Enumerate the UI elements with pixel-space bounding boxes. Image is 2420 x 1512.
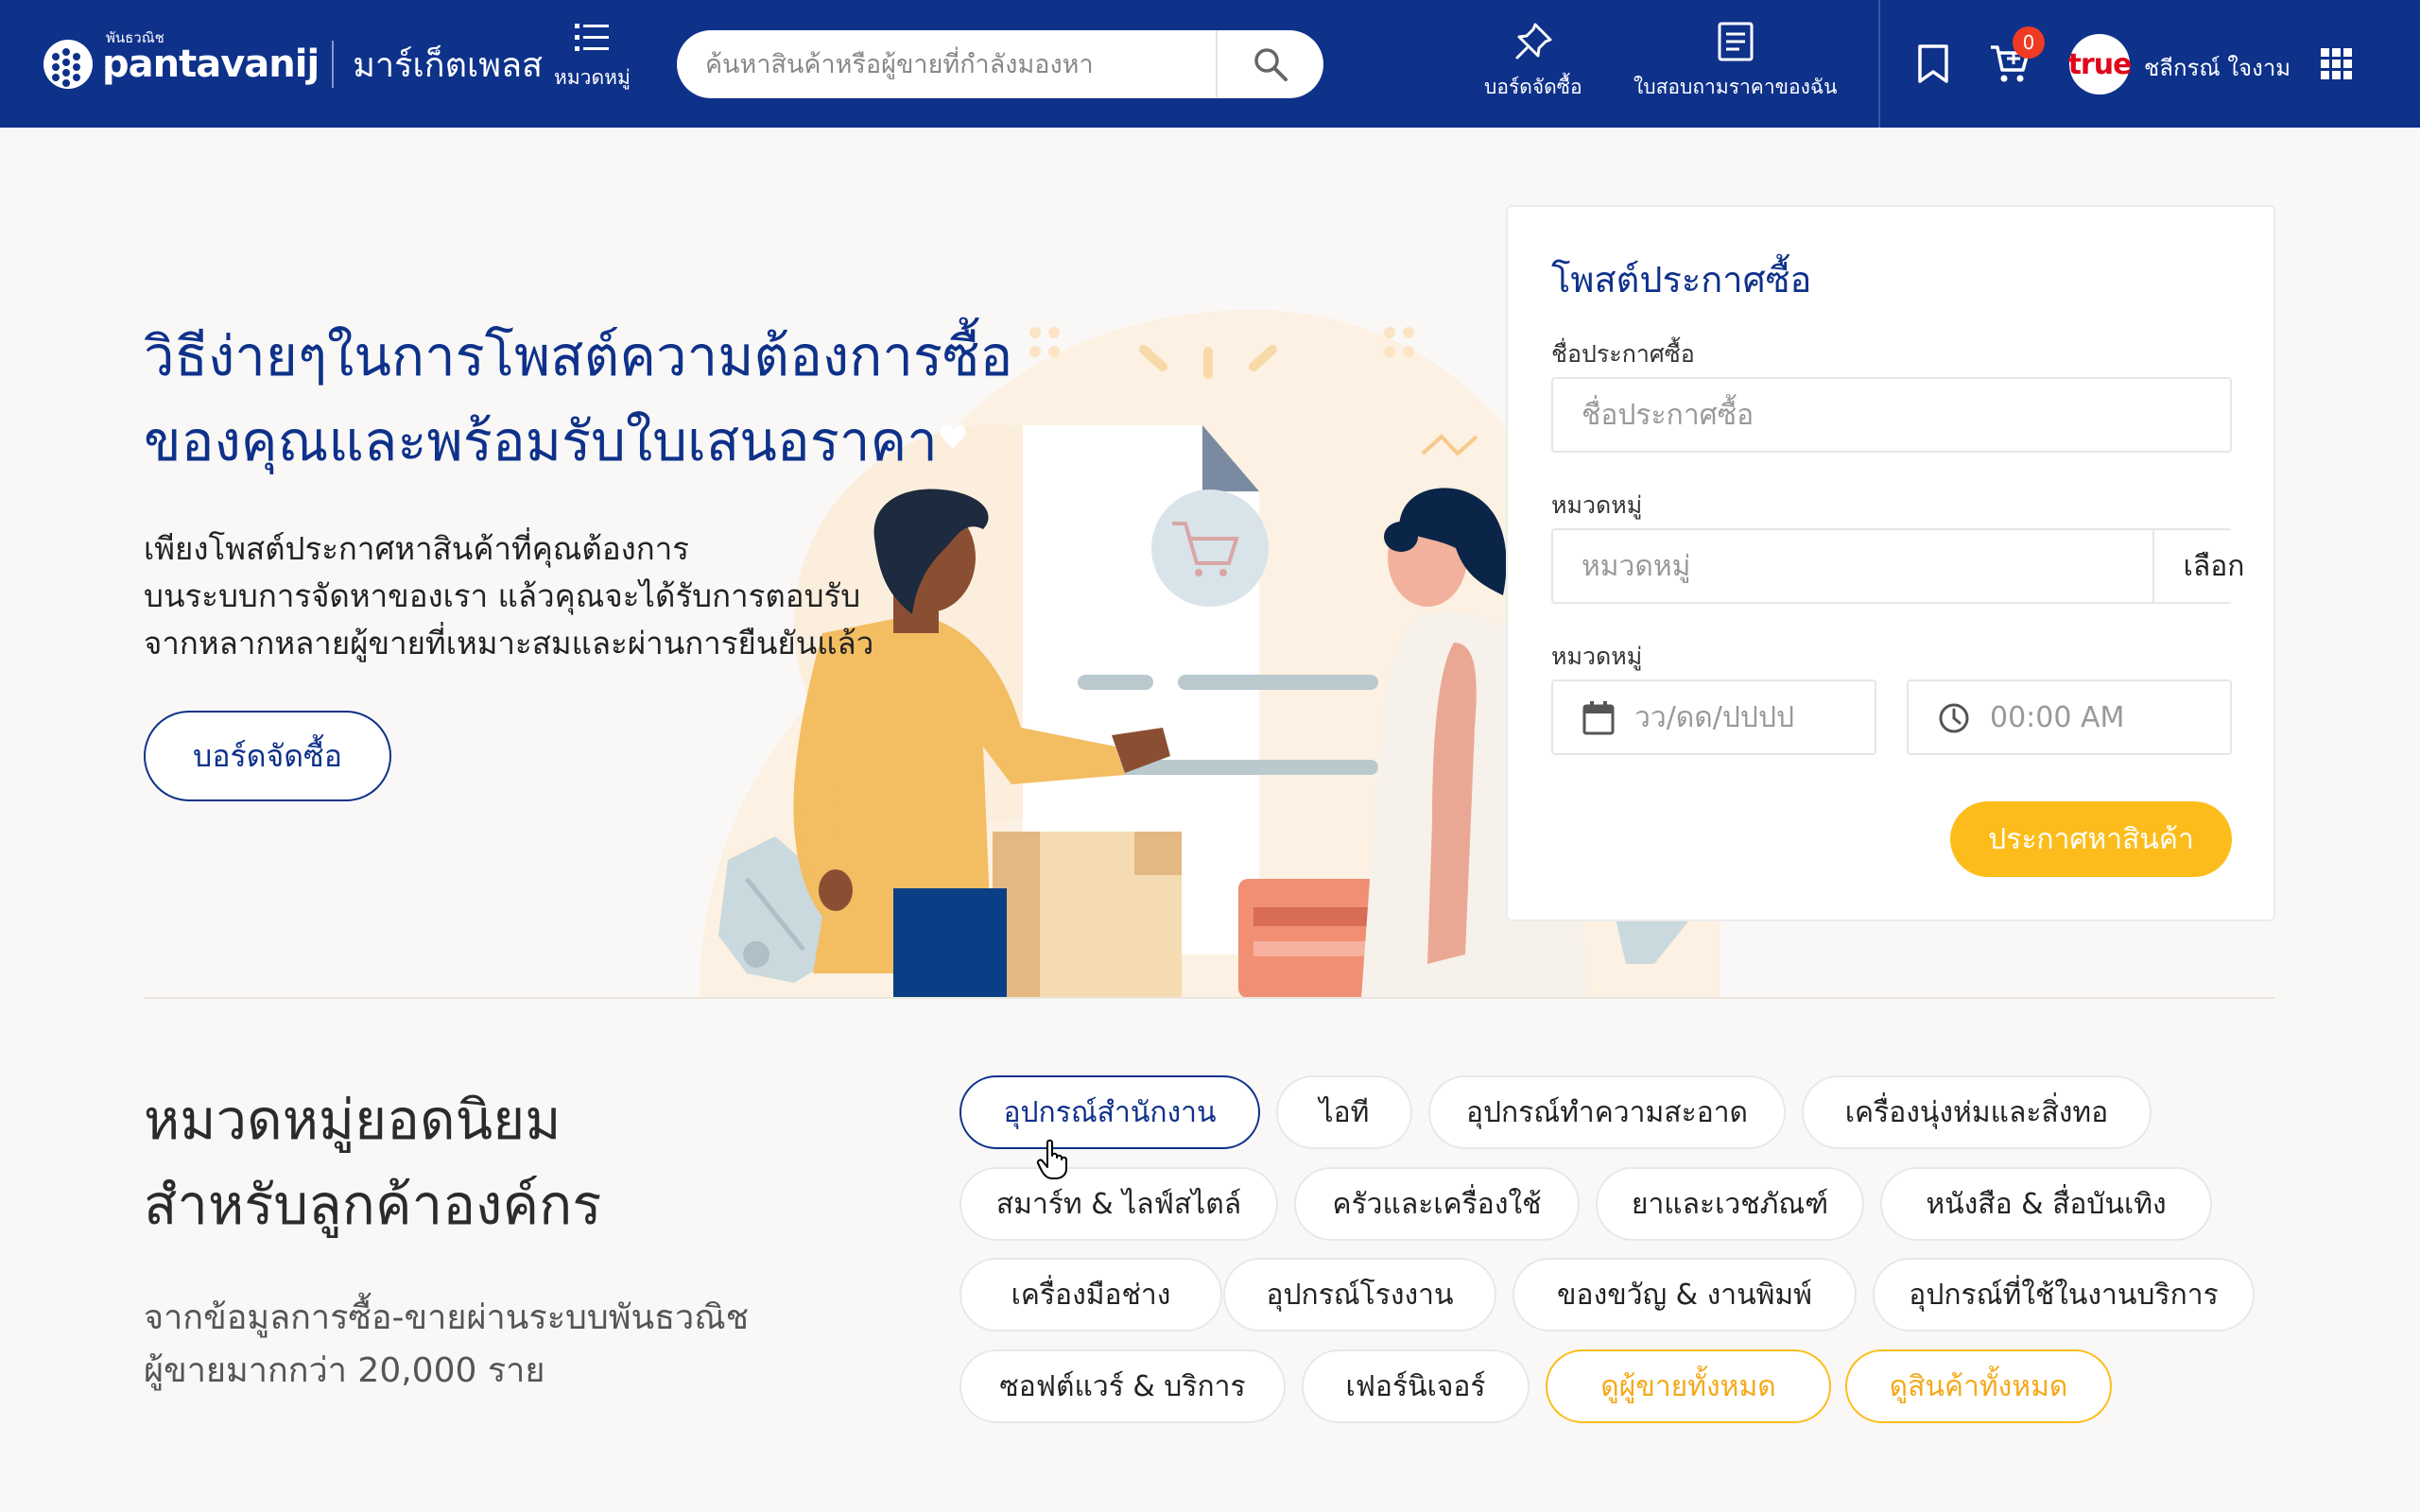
popular-title-line: สำหรับลูกค้าองค์กร xyxy=(144,1173,602,1237)
view-all-products-button[interactable]: ดูสินค้าทั้งหมด xyxy=(1845,1349,2112,1423)
document-icon xyxy=(1718,22,1754,61)
rfq-name-field xyxy=(1551,377,2232,453)
hand-cursor-icon xyxy=(1036,1139,1067,1179)
category-chip-smart-lifestyle[interactable]: สมาร์ท & ไลฟ์สไตล์ xyxy=(959,1167,1278,1241)
categories-label: หมวดหมู่ xyxy=(554,66,631,89)
section-divider xyxy=(144,997,2274,999)
time-field xyxy=(1907,679,2232,755)
clock-icon xyxy=(1937,700,1971,740)
search-button[interactable] xyxy=(1218,30,1323,98)
category-chip-cleaning[interactable]: อุปกรณ์ทำความสะอาด xyxy=(1428,1075,1786,1149)
popular-title-line: หมวดหมู่ยอดนิยม xyxy=(144,1088,562,1152)
search-bar xyxy=(677,30,1323,98)
hero-description-line: บนระบบการจัดหาของเรา แล้วคุณจะได้รับการต… xyxy=(144,577,861,614)
popular-categories-description: จากข้อมูลการซื้อ-ขายผ่านระบบพันธวณิช ผู้… xyxy=(144,1292,862,1398)
procurement-board-button[interactable]: บอร์ดจัดซื้อ xyxy=(1484,21,1582,103)
header-divider xyxy=(1878,0,1880,128)
hero-description-line: จากหลากหลายผู้ขายที่เหมาะสมและผ่านการยืน… xyxy=(144,625,874,662)
rfq-name-label: ชื่อประกาศซื้อ xyxy=(1551,340,1695,368)
pin-icon xyxy=(1515,23,1552,60)
top-navigation-bar: พันธวณิช pantavanij มาร์เก็ตเพลส หมวดหมู… xyxy=(0,0,2420,128)
category-chip-kitchen[interactable]: ครัวและเครื่องใช้ xyxy=(1294,1167,1580,1241)
view-all-sellers-button[interactable]: ดูผู้ขายทั้งหมด xyxy=(1546,1349,1831,1423)
apps-grid-icon xyxy=(2321,48,2352,79)
post-rfq-button[interactable]: ประกาศหาสินค้า xyxy=(1950,801,2232,877)
hero-title-line: วิธีง่ายๆในการโพสต์ความต้องการซื้อ xyxy=(144,324,1013,388)
choose-category-button[interactable]: เลือก xyxy=(2152,530,2273,602)
bookmark-button[interactable] xyxy=(1916,43,1950,89)
marketplace-label: มาร์เก็ตเพลส xyxy=(353,45,544,85)
bookmark-icon xyxy=(1918,44,1948,83)
logo-subtitle: พันธวณิช xyxy=(106,29,164,46)
hero-title: วิธีง่ายๆในการโพสต์ความต้องการซื้อ ของคุ… xyxy=(144,314,1051,484)
popular-description-line: ผู้ขายมากกว่า 20,000 ราย xyxy=(144,1351,545,1390)
popular-description-line: จากข้อมูลการซื้อ-ขายผ่านระบบพันธวณิช xyxy=(144,1298,750,1337)
cart-count-badge: 0 xyxy=(2013,26,2045,59)
popular-categories-title: หมวดหมู่ยอดนิยม สำหรับลูกค้าองค์กร xyxy=(144,1077,900,1247)
my-rfq-label: ใบสอบถามราคาของฉัน xyxy=(1634,76,1838,98)
form-title: โพสต์ประกาศซื้อ xyxy=(1551,259,1812,301)
category-chip-gifts-printing[interactable]: ของขวัญ & งานพิมพ์ xyxy=(1512,1258,1857,1332)
post-rfq-form: โพสต์ประกาศซื้อ ชื่อประกาศซื้อ หมวดหมู่ … xyxy=(1506,205,2275,921)
category-label: หมวดหมู่ xyxy=(1551,491,1643,519)
hero-title-line: ของคุณและพร้อมรับใบเสนอราคา xyxy=(144,409,938,473)
category-input[interactable] xyxy=(1553,530,2149,602)
user-name[interactable]: ชลีกรณ์ ใจงาม xyxy=(2144,49,2290,86)
hero-description: เพียงโพสต์ประกาศหาสินค้าที่คุณต้องการ บน… xyxy=(144,525,881,667)
my-rfq-button[interactable]: ใบสอบถามราคาของฉัน xyxy=(1634,21,1838,103)
categories-menu-button[interactable]: หมวดหมู่ xyxy=(554,21,631,94)
apps-menu-button[interactable] xyxy=(2320,47,2354,85)
date-field xyxy=(1551,679,1876,755)
category-chip-office-equipment[interactable]: อุปกรณ์สำนักงาน xyxy=(959,1075,1260,1149)
procurement-board-label: บอร์ดจัดซื้อ xyxy=(1484,76,1582,98)
logo-wordmark: พันธวณิช pantavanij xyxy=(102,29,320,94)
category-chip-tools[interactable]: เครื่องมือช่าง xyxy=(959,1258,1222,1332)
category-chip-books-media[interactable]: หนังสือ & สื่อบันเทิง xyxy=(1880,1167,2212,1241)
category-chip-service-equipment[interactable]: อุปกรณ์ที่ใช้ในงานบริการ xyxy=(1873,1258,2255,1332)
category-chip-factory-equipment[interactable]: อุปกรณ์โรงงาน xyxy=(1223,1258,1496,1332)
category-field: เลือก xyxy=(1551,528,2273,604)
category-chip-medicine[interactable]: ยาและเวชภัณฑ์ xyxy=(1596,1167,1864,1241)
category-chip-apparel-textile[interactable]: เครื่องนุ่งห่มและสิ่งทอ xyxy=(1802,1075,2152,1149)
calendar-icon xyxy=(1582,700,1616,740)
avatar[interactable]: true xyxy=(2068,34,2132,94)
category-chip-it[interactable]: ไอที xyxy=(1276,1075,1412,1149)
category-chip-furniture[interactable]: เฟอร์นิเจอร์ xyxy=(1302,1349,1530,1423)
category-chip-software[interactable]: ซอฟต์แวร์ & บริการ xyxy=(959,1349,1286,1423)
list-menu-icon xyxy=(575,24,610,51)
search-icon xyxy=(1254,48,1288,81)
logo-mark-icon xyxy=(43,40,93,89)
hero-description-line: เพียงโพสต์ประกาศหาสินค้าที่คุณต้องการ xyxy=(144,530,690,567)
procurement-board-cta-button[interactable]: บอร์ดจัดซื้อ xyxy=(144,711,391,801)
date-label: หมวดหมู่ xyxy=(1551,643,1643,670)
logo[interactable]: พันธวณิช pantavanij มาร์เก็ตเพลส xyxy=(43,29,544,94)
rfq-name-input[interactable] xyxy=(1553,379,2230,451)
search-input[interactable] xyxy=(677,30,1216,98)
logo-divider xyxy=(332,41,335,88)
